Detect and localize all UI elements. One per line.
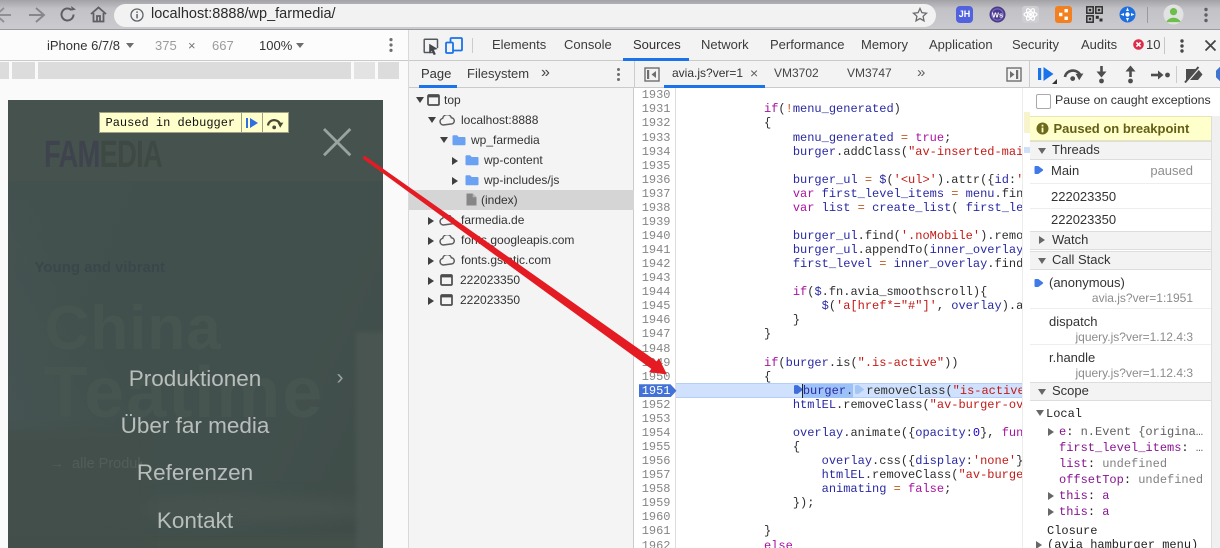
- svg-text:Ws: Ws: [992, 10, 1003, 19]
